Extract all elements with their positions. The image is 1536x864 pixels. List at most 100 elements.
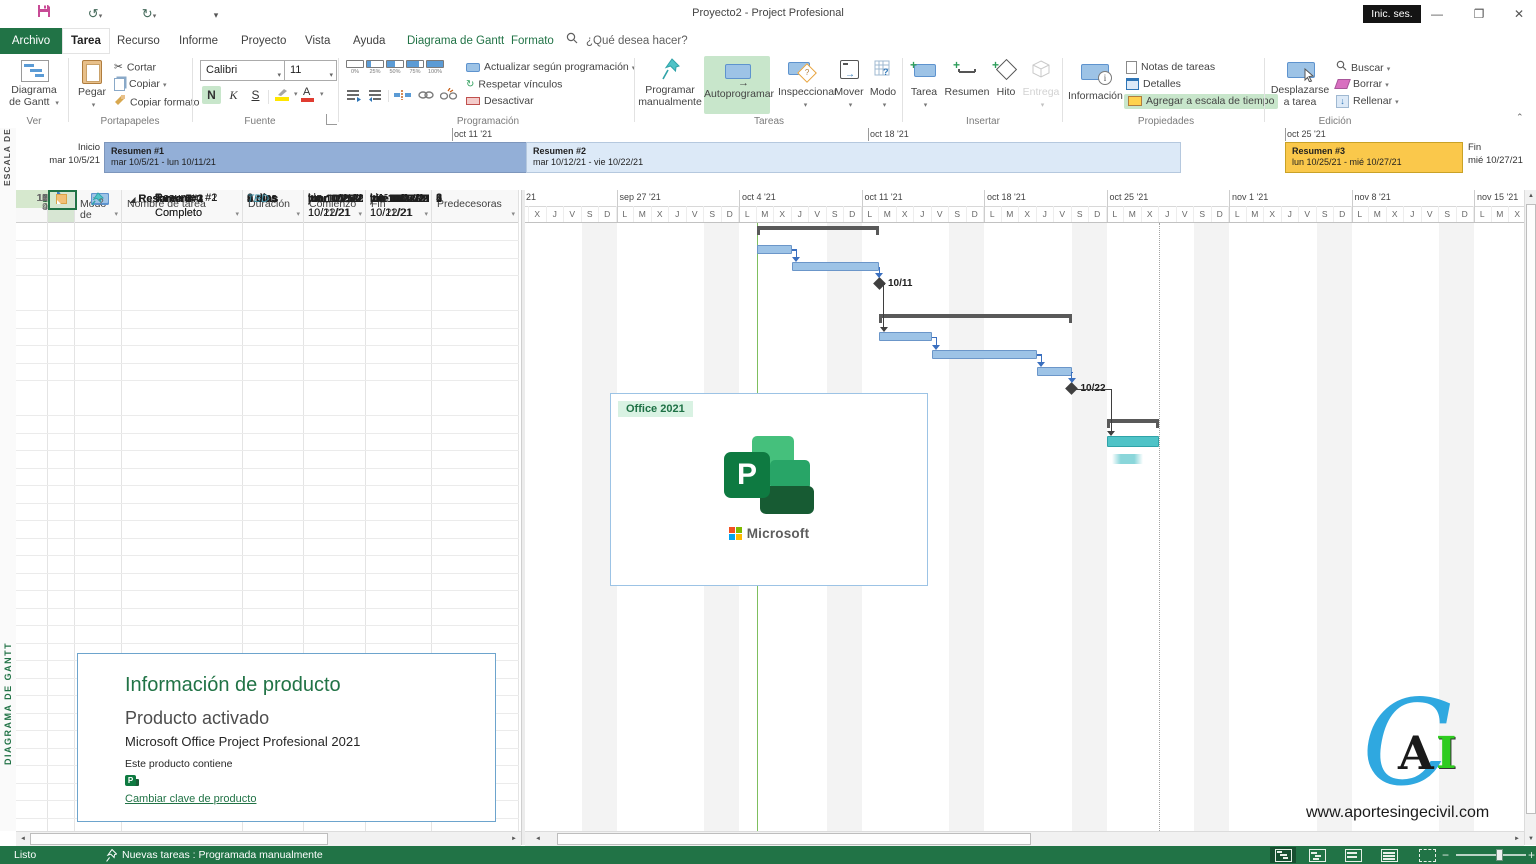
gantt-bar-task[interactable] — [792, 262, 880, 271]
fuente-dialog-launcher[interactable] — [326, 114, 337, 125]
view-report-button[interactable] — [1414, 847, 1440, 863]
tab-diagrama-de-gantt[interactable]: Diagrama de Gantt — [398, 28, 513, 54]
view-usage-button[interactable] — [1304, 847, 1330, 863]
move-button[interactable]: → Mover▾ — [832, 58, 866, 114]
day-header-cell[interactable]: L — [1229, 206, 1247, 222]
scroll-down-icon[interactable]: ▼ — [1526, 836, 1536, 842]
timeline-pane-tab[interactable]: ESCALA DE TIEMPO — [0, 128, 17, 190]
cell-nombre[interactable]: Tarea 8 — [155, 191, 239, 207]
tab-vista[interactable]: Vista — [296, 28, 339, 54]
zoom-out-button[interactable]: − — [1442, 846, 1449, 864]
bold-button[interactable]: N — [202, 86, 221, 104]
day-header-cell[interactable]: M — [757, 206, 775, 222]
day-header-cell[interactable]: L — [1474, 206, 1492, 222]
day-header-cell[interactable]: S — [827, 206, 845, 222]
chart-hscroll-thumb[interactable] — [557, 833, 1031, 845]
outdent-icon[interactable] — [346, 88, 362, 102]
day-header-cell[interactable]: L — [1352, 206, 1370, 222]
day-header-cell[interactable]: X — [1264, 206, 1282, 222]
day-header-cell[interactable]: D — [599, 206, 617, 222]
gantt-summary-bar[interactable] — [1107, 419, 1160, 423]
tab-formato[interactable]: Formato — [502, 28, 563, 54]
tell-me-search[interactable]: ¿Qué desea hacer? — [566, 28, 688, 54]
day-header-cell[interactable]: V — [1299, 206, 1317, 222]
day-header-cell[interactable]: S — [582, 206, 600, 222]
filter-arrow-icon[interactable]: ▾ — [114, 210, 118, 218]
minimize-button[interactable]: — — [1418, 0, 1456, 28]
scroll-to-task-button[interactable]: Desplazarse a tarea — [1270, 58, 1330, 114]
manual-schedule-button[interactable]: Programar manualmente — [638, 58, 702, 114]
day-header-cell[interactable]: V — [932, 206, 950, 222]
day-header-cell[interactable]: D — [967, 206, 985, 222]
percent-75%-button[interactable]: 75% — [406, 60, 424, 77]
percent-100%-button[interactable]: 100% — [426, 60, 444, 77]
collapse-ribbon-icon[interactable]: ⌃ — [1516, 112, 1524, 123]
scroll-right-icon[interactable]: ► — [509, 836, 519, 842]
day-header-cell[interactable]: V — [1422, 206, 1440, 222]
day-header-cell[interactable]: M — [1369, 206, 1387, 222]
gantt-bar-task[interactable] — [932, 350, 1037, 359]
day-header-cell[interactable]: J — [547, 206, 565, 222]
day-header-cell[interactable]: D — [1089, 206, 1107, 222]
cut-button[interactable]: ✂Cortar — [114, 60, 156, 75]
add-to-timeline-button[interactable]: Agregar a escala de tiempo — [1124, 94, 1278, 109]
day-header-cell[interactable]: X — [529, 206, 547, 222]
day-header-cell[interactable]: M — [634, 206, 652, 222]
day-header-cell[interactable]: J — [1282, 206, 1300, 222]
gantt-pane-tab[interactable]: DIAGRAMA DE GANTT — [0, 190, 17, 831]
chart-hscrollbar[interactable]: ◄ ► — [525, 831, 1524, 846]
day-header-cell[interactable]: D — [1212, 206, 1230, 222]
day-header-cell[interactable]: X — [897, 206, 915, 222]
day-header-cell[interactable]: X — [652, 206, 670, 222]
percent-0%-button[interactable]: 0% — [346, 60, 364, 77]
day-header-cell[interactable]: J — [914, 206, 932, 222]
view-sheet-button[interactable] — [1376, 847, 1402, 863]
link-tasks-icon[interactable] — [418, 88, 435, 102]
expand-icon[interactable]: ◢ — [130, 197, 135, 204]
day-header-cell[interactable]: X — [1019, 206, 1037, 222]
day-header-cell[interactable]: V — [1054, 206, 1072, 222]
change-product-key-link[interactable]: Cambiar clave de producto — [125, 793, 256, 805]
find-button[interactable]: Buscar▾ — [1336, 60, 1390, 75]
font-family-select[interactable]: Calibri▾ — [200, 60, 285, 81]
insert-milestone-button[interactable]: + Hito — [990, 58, 1022, 114]
cell-predecesoras[interactable] — [436, 191, 516, 207]
paste-button[interactable]: Pegar▾ — [74, 58, 110, 114]
cell-rownum[interactable]: 13 — [16, 190, 57, 208]
scroll-left-icon[interactable]: ◄ — [533, 836, 543, 842]
day-header-cell[interactable]: S — [1072, 206, 1090, 222]
insert-summary-button[interactable]: + Resumen — [944, 58, 990, 114]
percent-50%-button[interactable]: 50% — [386, 60, 404, 77]
tab-archivo[interactable]: Archivo — [0, 28, 62, 54]
day-header-cell[interactable]: S — [949, 206, 967, 222]
scroll-right-icon[interactable]: ► — [1512, 836, 1522, 842]
day-header-cell[interactable]: D — [1457, 206, 1475, 222]
day-header-cell[interactable]: V — [809, 206, 827, 222]
gantt-bar-manual[interactable] — [1107, 436, 1160, 447]
day-header-cell[interactable]: S — [704, 206, 722, 222]
day-header-cell[interactable]: J — [1037, 206, 1055, 222]
inspect-button[interactable]: ? Inspeccionar▾ — [778, 58, 830, 114]
scroll-left-icon[interactable]: ◄ — [18, 836, 28, 842]
day-header-cell[interactable]: L — [617, 206, 635, 222]
tab-recurso[interactable]: Recurso — [108, 28, 169, 54]
clear-button[interactable]: Borrar▾ — [1336, 77, 1389, 92]
day-header-cell[interactable]: X — [1509, 206, 1524, 222]
italic-button[interactable]: K — [224, 86, 243, 104]
font-color-button[interactable]: A ▾ — [300, 86, 324, 104]
tab-tarea[interactable]: Tarea — [62, 28, 110, 54]
gantt-summary-bar[interactable] — [757, 226, 880, 230]
format-painter-button[interactable]: Copiar formato — [114, 94, 199, 109]
day-header-cell[interactable]: X — [1387, 206, 1405, 222]
day-header-cell[interactable]: V — [564, 206, 582, 222]
split-task-icon[interactable] — [394, 88, 412, 102]
font-size-select[interactable]: 11▾ — [284, 60, 337, 81]
gantt-bar-task[interactable] — [1037, 367, 1072, 376]
day-header-cell[interactable]: J — [669, 206, 687, 222]
day-header-cell[interactable]: J — [1404, 206, 1422, 222]
day-header-cell[interactable]: X — [1142, 206, 1160, 222]
restore-button[interactable]: ❐ — [1460, 0, 1498, 28]
day-header-cell[interactable]: M — [1124, 206, 1142, 222]
table-hscroll-thumb[interactable] — [30, 833, 328, 845]
day-header-cell[interactable]: D — [1334, 206, 1352, 222]
